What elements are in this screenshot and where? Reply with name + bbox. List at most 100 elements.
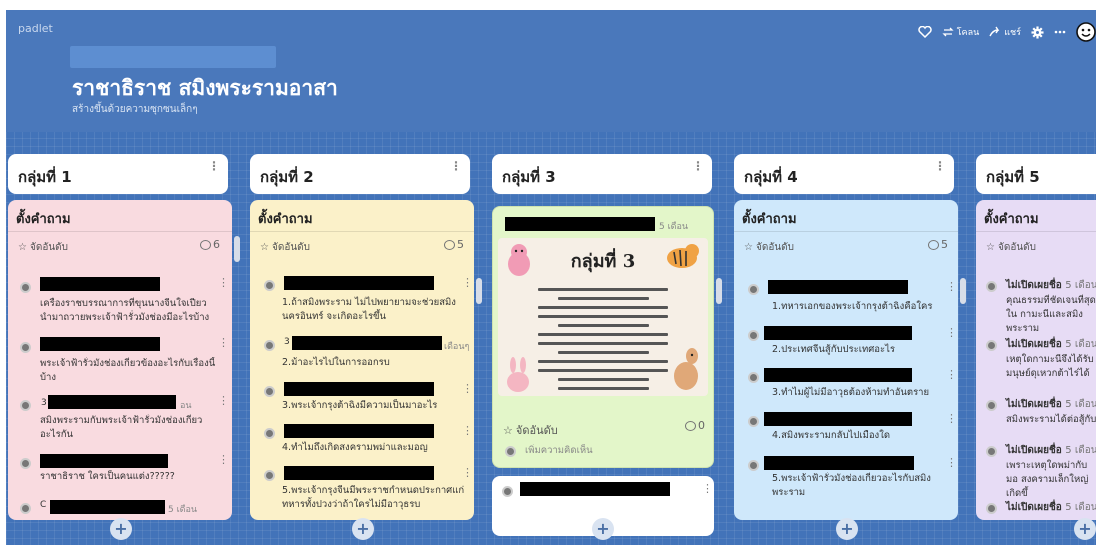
rank-button[interactable]: ☆ จัดอันดับ xyxy=(744,240,794,255)
brand-logo[interactable]: padlet xyxy=(18,22,53,35)
column-menu-icon[interactable]: ⋮ xyxy=(934,160,946,172)
plus-icon: + xyxy=(114,519,128,538)
comment-count[interactable]: 5 xyxy=(444,238,464,251)
redacted-name xyxy=(40,454,168,468)
comment-menu-icon[interactable]: ⋮ xyxy=(462,466,473,479)
comment-text: ราชาธิราช ใครเป็นคนแต่ง????? xyxy=(40,471,175,482)
comment-text: 1.ทหารเอกของพระเจ้ากรุงต้าฉิงคือใคร xyxy=(772,301,933,312)
plus-icon: + xyxy=(840,519,854,538)
scrollbar[interactable] xyxy=(960,278,966,304)
post-image[interactable]: กลุ่มที่ 3 xyxy=(498,238,708,396)
scrollbar[interactable] xyxy=(716,278,722,304)
like-button[interactable] xyxy=(917,26,932,38)
comment-author: ไม่เปิดเผยชื่อ 5 เดือน xyxy=(1006,280,1096,291)
redacted-name xyxy=(284,424,434,438)
comment-count[interactable]: 0 xyxy=(685,419,705,432)
add-comment-input[interactable]: เพิ่มความคิดเห็น xyxy=(525,444,685,458)
add-post-button-4[interactable]: + xyxy=(836,518,858,540)
comment-count[interactable]: 6 xyxy=(200,238,220,251)
image-heading: กลุ่มที่ 3 xyxy=(570,251,636,272)
comment-menu-icon[interactable]: ⋮ xyxy=(946,368,957,381)
comment-menu-icon[interactable]: ⋮ xyxy=(946,456,957,469)
board-subtitle: สร้างขึ้นด้วยความซุกซนเล็กๆ xyxy=(72,104,198,115)
comment-menu-icon[interactable]: ⋮ xyxy=(218,336,229,349)
avatar xyxy=(748,372,759,383)
comment-text: 3.พระเจ้ากรุงต้าฉิงมีความเป็นมาอะไร xyxy=(282,400,438,411)
avatar xyxy=(748,460,759,471)
share-label: แชร์ xyxy=(1004,28,1021,38)
more-button[interactable] xyxy=(1054,30,1066,34)
post-card[interactable]: ตั้งคำถาม ☆ จัดอันดับ ไม่เปิดเผยชื่อ 5 เด… xyxy=(976,200,1096,520)
comment-menu-icon[interactable]: ⋮ xyxy=(218,276,229,289)
column-header-4[interactable]: กลุ่มที่ 4 ⋮ xyxy=(734,154,954,194)
post-card[interactable]: ตั้งคำถาม ☆ จัดอันดับ 5 ⋮ 1.ทหารเอกของพระ… xyxy=(734,200,958,520)
star-icon: ☆ xyxy=(986,242,995,253)
column-header-3[interactable]: กลุ่มที่ 3 ⋮ xyxy=(492,154,712,194)
avatar xyxy=(20,400,31,411)
kangaroo-illustration xyxy=(674,348,698,390)
column-menu-icon[interactable]: ⋮ xyxy=(208,160,220,172)
share-button[interactable]: แชร์ xyxy=(989,25,1021,39)
scrollbar[interactable] xyxy=(476,278,482,304)
post-card[interactable]: ตั้งคำถาม ☆ จัดอันดับ 5 ⋮ 1.ถ้าสมิงพระราม… xyxy=(250,200,474,520)
rank-button[interactable]: ☆ จัดอันดับ xyxy=(260,240,310,255)
post-menu-icon[interactable]: ⋮ xyxy=(702,482,713,495)
comment-author: ไม่เปิดเผยชื่อ 5 เดือน xyxy=(1006,399,1096,410)
toolbar: โคลน แชร์ xyxy=(917,22,1096,42)
comment-text: 2.ประเทศจีนสู้กับประเทศอะไร xyxy=(772,344,895,355)
comment-menu-icon[interactable]: ⋮ xyxy=(462,382,473,395)
rank-button[interactable]: ☆ จัดอันดับ xyxy=(503,421,558,439)
divider xyxy=(976,231,1096,232)
column-header-2[interactable]: กลุ่มที่ 2 ⋮ xyxy=(250,154,470,194)
rank-label: จัดอันดับ xyxy=(997,242,1037,253)
comment-author-initial: 3 xyxy=(284,337,290,347)
comment-text: เครื่องราชบรรณาการที่ขุนนางจีนใจเปียว นำ… xyxy=(40,298,210,323)
settings-button[interactable] xyxy=(1031,25,1044,39)
redacted-name xyxy=(284,466,434,480)
comment-time: อน xyxy=(180,401,192,411)
smiley-icon[interactable] xyxy=(1076,22,1096,42)
avatar xyxy=(505,446,516,457)
add-post-button-2[interactable]: + xyxy=(352,518,374,540)
scrollbar[interactable] xyxy=(234,236,240,262)
column-menu-icon[interactable]: ⋮ xyxy=(450,160,462,172)
column-header-1[interactable]: กลุ่มที่ 1 ⋮ xyxy=(8,154,228,194)
rank-button[interactable]: ☆ จัดอันดับ xyxy=(986,240,1036,255)
column-title: กลุ่มที่ 5 xyxy=(986,168,1040,186)
comment-text: 5.พระเจ้ากรุงจีนมีพระราชกำหนดประกาศแก่ทห… xyxy=(282,485,465,510)
rank-button[interactable]: ☆ จัดอันดับ xyxy=(18,240,68,255)
redacted-name xyxy=(284,276,434,290)
comment-menu-icon[interactable]: ⋮ xyxy=(462,276,473,289)
post-card[interactable]: ตั้งคำถาม ☆ จัดอันดับ 6 ⋮ เครื่องราชบรรณา… xyxy=(8,200,232,520)
remake-button[interactable]: โคลน xyxy=(942,25,979,39)
comment-icon xyxy=(200,239,211,250)
post-title: ตั้งคำถาม xyxy=(16,212,71,227)
column-title: กลุ่มที่ 1 xyxy=(18,168,72,186)
avatar xyxy=(264,340,275,351)
rank-label: จัดอันดับ xyxy=(755,242,795,253)
column-title: กลุ่มที่ 2 xyxy=(260,168,314,186)
avatar xyxy=(986,446,997,457)
share-icon xyxy=(989,26,1000,37)
comment-menu-icon[interactable]: ⋮ xyxy=(946,280,957,293)
add-post-button-1[interactable]: + xyxy=(110,518,132,540)
redacted-name xyxy=(40,337,160,351)
image-post-card[interactable]: 5 เดือน กลุ่มที่ 3 ☆ จัดอันดับ 0 เพิ่มควา… xyxy=(492,206,714,468)
avatar xyxy=(748,416,759,427)
comment-menu-icon[interactable]: ⋮ xyxy=(218,453,229,466)
column-header-5[interactable]: กลุ่มที่ 5 xyxy=(976,154,1096,194)
comment-menu-icon[interactable]: ⋮ xyxy=(462,424,473,437)
comment-text: สมิงพระรามได้ต่อสู้กับ xyxy=(1006,414,1096,425)
add-post-button-3[interactable]: + xyxy=(592,518,614,540)
avatar xyxy=(264,386,275,397)
comment-count[interactable]: 5 xyxy=(928,238,948,251)
comment-menu-icon[interactable]: ⋮ xyxy=(218,394,229,407)
comment-menu-icon[interactable]: ⋮ xyxy=(946,412,957,425)
rank-label: จัดอันดับ xyxy=(515,424,558,437)
post-title: ตั้งคำถาม xyxy=(258,212,313,227)
add-post-button-5[interactable]: + xyxy=(1074,518,1096,540)
post-title: ตั้งคำถาม xyxy=(742,212,797,227)
column-menu-icon[interactable]: ⋮ xyxy=(692,160,704,172)
comment-menu-icon[interactable]: ⋮ xyxy=(946,326,957,339)
avatar xyxy=(748,330,759,341)
